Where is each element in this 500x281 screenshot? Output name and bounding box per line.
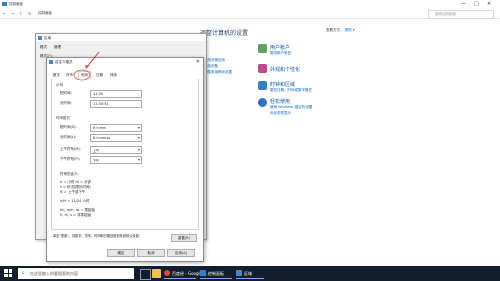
region-icon <box>236 270 242 276</box>
taskbar: ⌕ 在这里输入你要搜索的内容 百度经 - Google C... 控制面板 区域 <box>0 266 500 281</box>
taskbar-search[interactable]: ⌕ 在这里输入你要搜索的内容 <box>18 268 134 279</box>
control-panel-icon <box>200 270 206 276</box>
taskbar-item-control-panel[interactable]: 控制面板 <box>200 268 232 279</box>
chrome-icon <box>164 270 170 276</box>
taskbar-search-placeholder: 在这里输入你要搜索的内容 <box>30 271 78 276</box>
arrow-line <box>85 51 100 69</box>
task-view-icon[interactable] <box>140 269 151 280</box>
file-explorer-icon[interactable] <box>152 269 161 278</box>
highlight-circle <box>73 69 91 81</box>
taskbar-item-region[interactable]: 区域 <box>236 268 264 279</box>
annotation-arrow <box>73 51 100 81</box>
search-icon: ⌕ <box>22 270 25 276</box>
taskbar-item-chrome[interactable]: 百度经 - Google C... <box>164 268 210 279</box>
windows-start-icon[interactable] <box>4 269 12 277</box>
